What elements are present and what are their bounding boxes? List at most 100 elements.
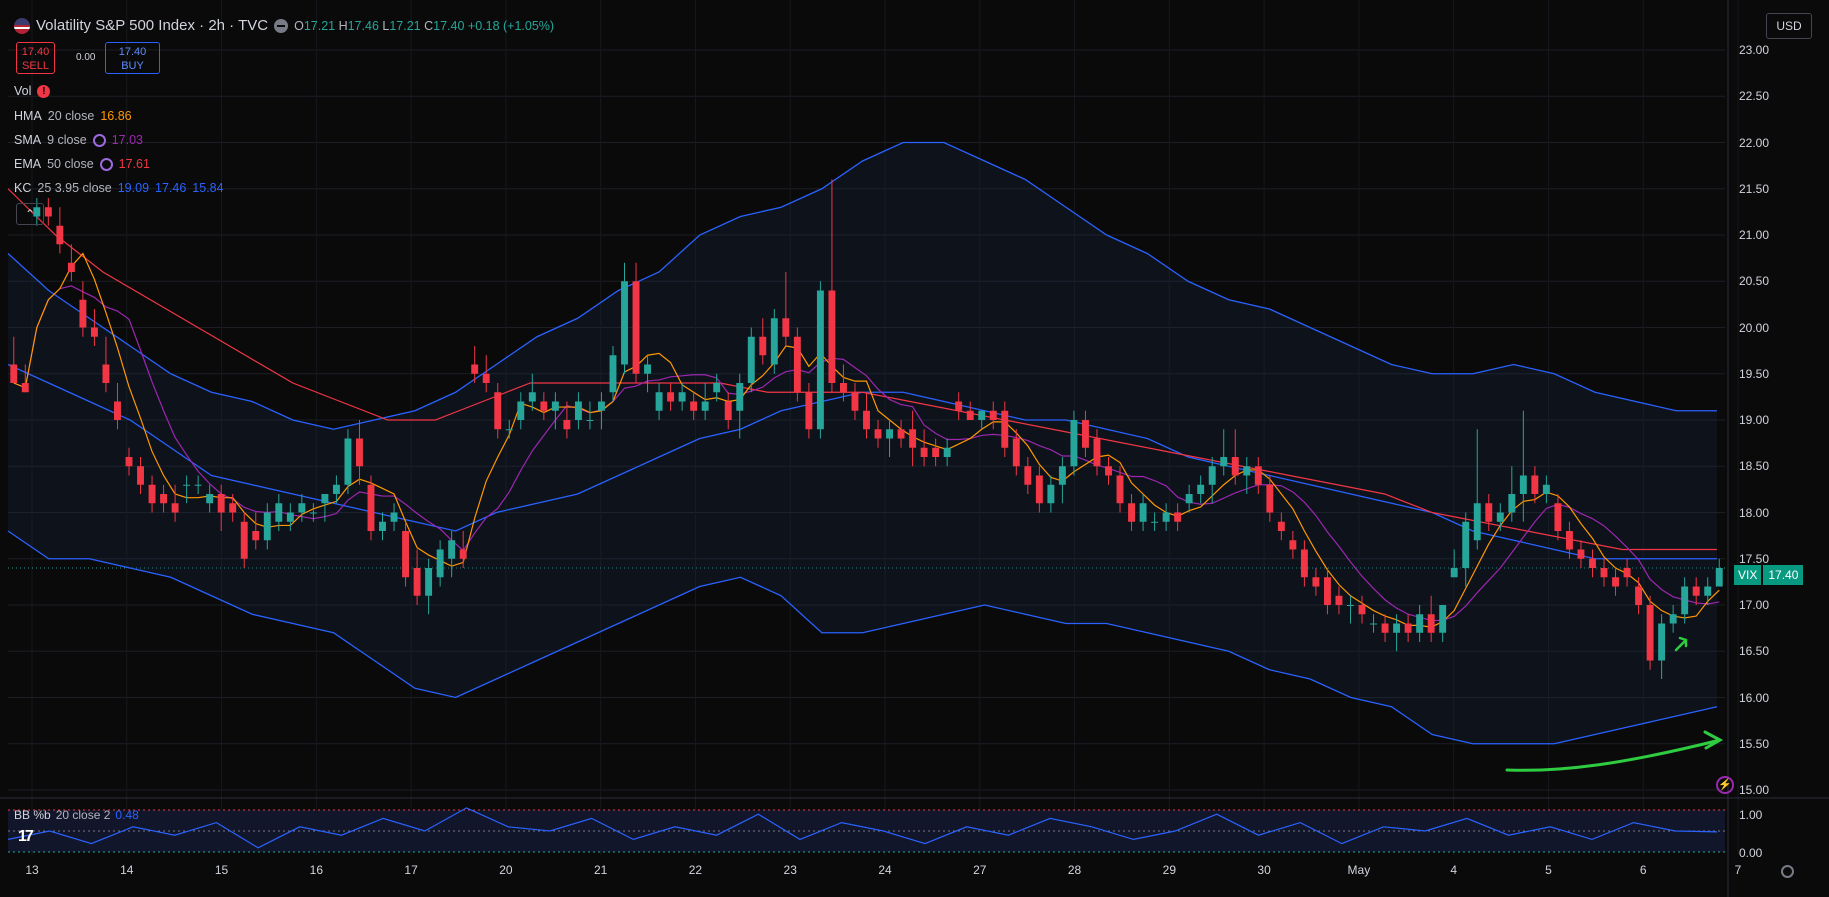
candle-body <box>736 383 744 411</box>
price-change: +0.18 (+1.05%) <box>467 18 555 33</box>
candle-body <box>897 429 905 439</box>
symbol-title[interactable]: Volatility S&P 500 Index · 2h · TVC <box>36 17 268 34</box>
candle-body <box>1254 466 1262 485</box>
legend-hma[interactable]: HMA 20 close 16.86 <box>14 109 132 123</box>
loading-icon <box>99 157 113 171</box>
candle-body <box>1312 577 1320 587</box>
candle-body <box>390 512 398 522</box>
symbol-header: Volatility S&P 500 Index · 2h · TVC O17.… <box>14 17 554 34</box>
candle-body <box>690 401 698 411</box>
tradingview-logo[interactable]: 17 <box>18 828 34 846</box>
sell-button[interactable]: 17.40 SELL <box>16 42 55 74</box>
candle-body <box>1439 605 1447 633</box>
candle-body <box>436 549 444 578</box>
candle-body <box>759 336 767 356</box>
candle-body <box>978 410 986 420</box>
legend-vol[interactable]: Vol ! <box>14 84 51 98</box>
candle-body <box>851 392 859 411</box>
candle-body <box>1047 484 1055 504</box>
candle-body <box>1381 623 1389 633</box>
candle-body <box>102 364 110 383</box>
candle-body <box>1035 475 1043 504</box>
candle <box>770 309 778 374</box>
candle-body <box>1139 503 1147 522</box>
candle <box>621 262 628 374</box>
candle-body <box>1473 503 1481 541</box>
candle-body <box>1370 623 1377 625</box>
hide-icon[interactable] <box>274 18 289 33</box>
time-tick: May <box>1347 863 1371 877</box>
time-tick: 4 <box>1450 863 1457 877</box>
price-tick: 16.50 <box>1739 644 1770 659</box>
candle-body <box>379 521 386 531</box>
buy-button[interactable]: 17.40 BUY <box>105 42 160 74</box>
candle-body <box>1715 568 1723 587</box>
candle-body <box>805 392 813 430</box>
legend-bb[interactable]: BB %b 20 close 2 0.48 <box>14 808 139 822</box>
candle-body <box>793 336 801 393</box>
candle-body <box>21 383 29 393</box>
candle-body <box>425 568 433 596</box>
us-flag-icon <box>14 17 30 34</box>
candle-body <box>67 262 75 272</box>
price-tick: 21.00 <box>1739 228 1770 242</box>
candle-body <box>1208 466 1216 485</box>
collapse-legend-button[interactable]: ⌃ <box>16 203 44 225</box>
time-tick: 13 <box>25 863 39 877</box>
legend-ema[interactable]: EMA 50 close 17.61 <box>14 157 150 171</box>
gear-icon[interactable] <box>1781 865 1794 878</box>
candle <box>344 429 352 494</box>
candle-body <box>1001 410 1009 448</box>
candle-body <box>1024 466 1032 485</box>
candle-body <box>402 531 410 578</box>
candle-body <box>1162 512 1170 522</box>
legend-kc[interactable]: KC 25 3.95 close 19.09 17.46 15.84 <box>14 181 224 195</box>
candle-body <box>1531 475 1539 494</box>
candle <box>1070 410 1078 476</box>
candle-body <box>1508 494 1516 513</box>
candle-body <box>1427 614 1435 633</box>
candle-body <box>598 401 605 411</box>
candle-body <box>644 364 652 374</box>
price-tick: 20.50 <box>1739 274 1770 289</box>
chart-canvas[interactable] <box>0 0 1829 897</box>
chart-window[interactable]: Volatility S&P 500 Index · 2h · TVC O17.… <box>0 0 1829 897</box>
candle-body <box>125 457 133 467</box>
price-tick: 21.50 <box>1739 181 1770 196</box>
candle-body <box>1116 475 1124 504</box>
candle-body <box>240 521 248 559</box>
candle-body <box>1289 540 1297 550</box>
candle-body <box>309 512 317 514</box>
candle-body <box>1681 586 1689 615</box>
bb-tick-1: 1.00 <box>1739 808 1763 822</box>
error-icon[interactable]: ! <box>37 84 51 98</box>
candle-body <box>1554 503 1562 531</box>
candle-body <box>655 392 663 411</box>
candle <box>793 327 801 402</box>
candle-body <box>1266 484 1274 513</box>
price-tick: 20.00 <box>1739 320 1770 335</box>
price-tick: 15.00 <box>1739 783 1770 797</box>
time-tick: 27 <box>973 863 987 877</box>
candle-body <box>1658 623 1666 661</box>
time-tick: 21 <box>593 863 608 877</box>
candle-body <box>1105 466 1112 476</box>
legend-sma[interactable]: SMA 9 close 17.03 <box>14 133 143 147</box>
price-tick: 22.50 <box>1739 89 1770 104</box>
candle-body <box>298 503 306 513</box>
candle-body <box>90 327 98 337</box>
last-price-tag: VIX 17.40 <box>1734 565 1804 585</box>
candle-body <box>344 438 352 485</box>
candle-body <box>252 531 260 541</box>
candle-body <box>816 290 824 430</box>
candle <box>747 327 755 393</box>
candle-body <box>114 401 121 420</box>
time-tick: 20 <box>499 863 513 877</box>
currency-select[interactable]: USD <box>1766 13 1812 39</box>
candle-body <box>183 484 191 486</box>
price-tick: 17.50 <box>1739 551 1770 566</box>
candle-body <box>747 336 755 383</box>
lightning-icon[interactable]: ⚡ <box>1716 776 1734 794</box>
candle-body <box>1393 623 1401 633</box>
candle-body <box>1058 466 1066 485</box>
